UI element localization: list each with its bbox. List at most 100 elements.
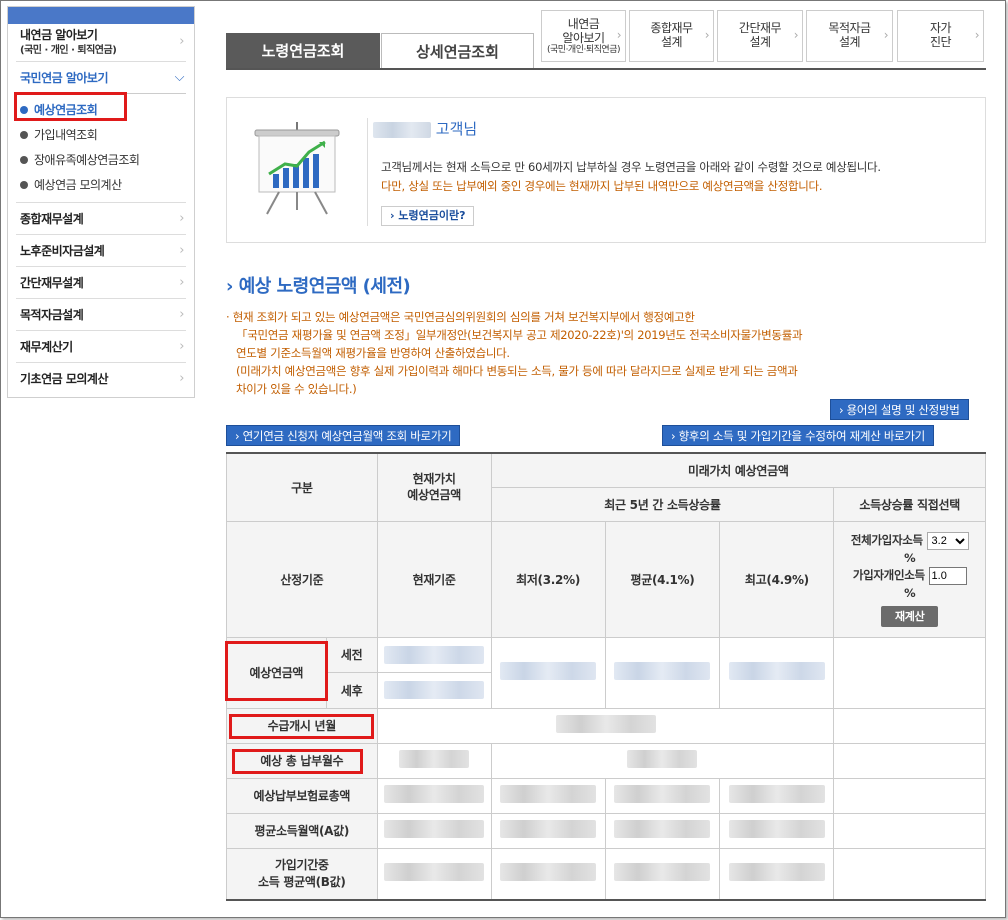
blurred-value [500,662,597,680]
customer-suffix: 고객님 [435,120,478,138]
sidebar-item-label: 간단재무설계 [20,276,84,290]
chevron-right-icon: › [616,28,622,42]
chevron-right-icon: › [974,28,980,42]
submenu-item-disability-survivor[interactable]: 장애유족예상연금조회 [20,148,186,173]
blurred-value [728,785,825,803]
header-direct-select: 소득상승률 직접선택 [833,486,986,522]
chevron-right-icon: › [793,28,799,42]
blurred-value [500,863,597,882]
quick-purpose-button[interactable]: 목적자금 설계 › [806,10,893,62]
blurred-value [384,681,485,699]
submenu-item-label: 가입내역조회 [34,128,98,142]
quick-label: 설계 [749,35,771,49]
tab-old-age-pension[interactable]: 노령연금조회 [226,33,380,69]
sidebar-item-purpose-fund[interactable]: 목적자금설계 › [16,299,186,331]
rate-average: 평균(4.1%) [604,520,721,638]
pre-tax-label: 세전 [326,638,377,673]
quick-simple-button[interactable]: 간단재무 설계 › [717,10,803,62]
blurred-name [373,121,431,138]
avg-income-b-direct [833,847,986,901]
blurred-value [614,820,711,838]
header-present-value: 현재가치 예상연금액 [376,452,492,522]
present-value-cell [376,636,492,709]
rate-low: 최저(3.2%) [490,520,606,638]
recalculate-link-button[interactable]: › 향후의 소득 및 가입기간을 수정하여 재계산 바로가기 [662,425,934,446]
start-date-direct [833,707,986,744]
sidebar-item-national-pension[interactable]: 국민연금 알아보기 ⌵ [16,62,186,94]
avg-income-b-label: 가입기간중 소득 평균액(B값) [226,847,378,901]
rate-high: 최고(4.9%) [719,520,835,638]
info-description: 고객님께서는 현재 소득으로 만 60세까지 납부하실 경우 노령연금을 아래와… [381,160,881,174]
chevron-right-icon: › [179,211,184,226]
blurred-value [614,785,711,803]
sidebar-nav: 내연금 알아보기 (국민 · 개인 · 퇴직연금) › 국민연금 알아보기 ⌵ … [7,6,195,398]
sidebar-item-basic-pension[interactable]: 기초연금 모의계산 › [16,363,186,395]
quick-comprehensive-button[interactable]: 종합재무 설계 › [629,10,714,62]
chevron-right-icon: › [179,275,184,290]
total-premium-high [719,777,835,814]
blurred-value [728,863,825,882]
chevron-right-icon: › [179,371,184,386]
highlight-box [232,749,363,774]
sidebar-item-simple-plan[interactable]: 간단재무설계 › [16,267,186,299]
all-income-select[interactable]: 3.2 [926,531,969,550]
blurred-value [614,863,711,882]
blurred-value [728,820,825,838]
tax-labels: 세전 세후 [326,638,377,708]
tab-detailed-pension[interactable]: 상세연금조회 [381,33,534,69]
avg-income-a-label: 평균소득월액(A값) [226,812,378,849]
blurred-value [384,645,485,664]
quick-sublabel: (국민·개인·퇴직연금) [547,45,621,55]
quick-self-check-button[interactable]: 자가 진단 › [897,10,984,62]
terms-explanation-button[interactable]: › 용어의 설명 및 산정방법 [830,399,969,420]
section-title-text: 예상 노령연금액 (세전) [238,276,411,297]
sidebar-item-calculator[interactable]: 재무계산기 › [16,331,186,363]
submenu-item-simulation[interactable]: 예상연금 모의계산 [20,173,186,198]
total-premium-avg [604,777,721,814]
recalculate-button[interactable]: 재계산 [880,605,939,627]
highlight-box [229,714,374,739]
personal-income-input[interactable] [928,566,967,585]
sidebar-item-my-pension[interactable]: 내연금 알아보기 (국민 · 개인 · 퇴직연금) › [16,24,186,62]
sidebar-item-sublabel: (국민 · 개인 · 퇴직연금) [20,45,117,56]
all-income-label: 전체가입자소득 [850,532,923,547]
avg-income-b-avg [604,847,721,901]
total-premium-present [376,777,492,814]
chevron-right-icon: › [179,34,184,49]
total-months-present [376,742,492,779]
avg-income-b-high [719,847,835,901]
submenu-item-label: 장애유족예상연금조회 [34,153,140,167]
section-title: › 예상 노령연금액 (세전) [226,272,411,298]
divider [367,118,368,226]
quick-label: 목적자금 [828,21,871,35]
note-line: · 현재 조회가 되고 있는 예상연금액은 국민연금심의위원회의 심의를 거쳐 … [226,310,695,324]
sidebar-item-comprehensive-plan[interactable]: 종합재무설계 › [16,203,186,235]
direct-value-cell [833,636,986,709]
present-basis: 현재기준 [376,520,492,638]
total-months-direct [833,742,986,779]
header-category: 구분 [226,452,378,522]
sidebar-item-label: 목적자금설계 [20,308,84,322]
chevron-right-icon: › [704,28,710,42]
total-premium-label: 예상납부보험료총액 [226,777,378,814]
avg-income-b-line1: 가입기간중 [274,857,329,872]
avg-value-cell [604,636,721,709]
quick-label: 종합재무 [650,21,693,35]
quick-label: 진단 [929,35,952,49]
blurred-value [627,750,698,768]
highlight-box [225,641,328,701]
sidebar-item-retirement-fund[interactable]: 노후준비자금설계 › [16,235,186,267]
chevron-right-icon: › [226,276,233,297]
submenu-item-subscription-history[interactable]: 가입내역조회 [20,123,186,148]
sidebar-item-label: 종합재무설계 [20,212,84,226]
post-tax-label: 세후 [340,683,363,698]
percent-label: % [904,585,916,600]
quick-my-pension-button[interactable]: 내연금 알아보기 (국민·개인·퇴직연금) › [541,10,626,62]
total-months-future [490,742,835,779]
avg-income-a-direct [833,812,986,849]
what-is-pension-button[interactable]: › 노령연금이란? [381,206,475,226]
sidebar-header-bar [8,7,194,24]
blurred-value [500,785,597,803]
deferred-pension-link-button[interactable]: › 연기연금 신청자 예상연금월액 조회 바로가기 [226,425,461,446]
avg-income-a-low [490,812,606,849]
